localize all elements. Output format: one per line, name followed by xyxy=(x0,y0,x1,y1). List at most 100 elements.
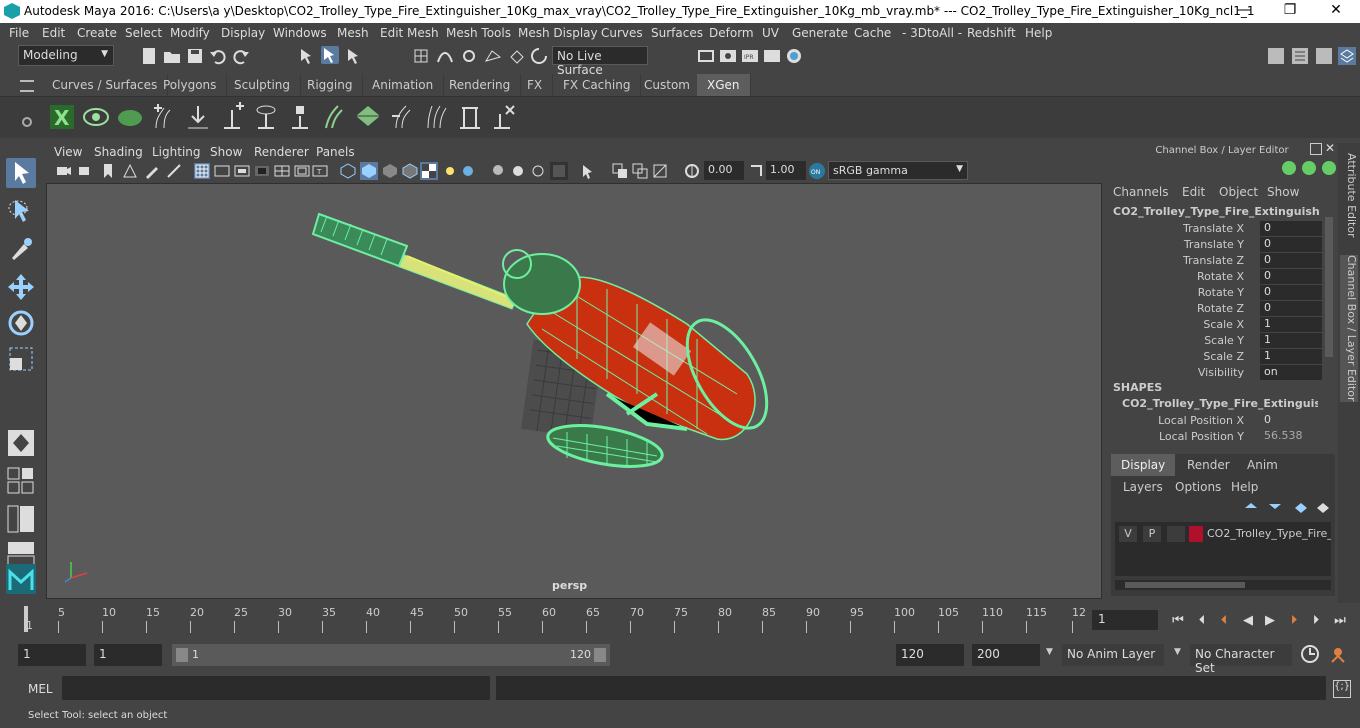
maya-home-icon[interactable] xyxy=(6,564,36,594)
workspace-icon[interactable] xyxy=(1267,47,1285,65)
viewport-menu-show[interactable]: Show xyxy=(210,145,242,159)
channel-translate-z[interactable]: Translate Z 0 xyxy=(1106,253,1326,269)
channel-scale-y[interactable]: Scale Y 1 xyxy=(1106,333,1326,349)
close-panel-icon[interactable]: ✕ xyxy=(1325,141,1335,155)
anim-layer-dropdown[interactable]: No Anim Layer xyxy=(1062,644,1164,666)
select-tool-icon[interactable] xyxy=(6,158,36,188)
shelf-tab-xgen[interactable]: XGen xyxy=(697,74,751,96)
menu-uv[interactable]: UV xyxy=(762,26,779,40)
shelf-tab-sculpting[interactable]: Sculpting xyxy=(224,74,302,96)
menu-set-dropdown[interactable]: Modeling ▼ xyxy=(18,45,114,66)
outliner-layout-icon[interactable] xyxy=(6,504,36,534)
select-object-icon[interactable] xyxy=(321,46,339,64)
wireframe-icon[interactable] xyxy=(340,163,356,179)
xgen-sculpt-guide-icon[interactable] xyxy=(184,102,212,132)
animation-start-field[interactable]: 1 xyxy=(18,644,86,666)
xray-components-icon[interactable] xyxy=(652,163,668,179)
channel-scale-z[interactable]: Scale Z 1 xyxy=(1106,349,1326,365)
live-surface-field[interactable]: No Live Surface xyxy=(552,46,648,77)
grid-toggle-icon[interactable] xyxy=(194,163,210,179)
animation-preferences-icon[interactable] xyxy=(1328,644,1348,664)
channel-value[interactable]: 1 xyxy=(1260,349,1322,364)
depth-of-field-icon[interactable] xyxy=(550,162,568,180)
shelf-tab-rendering[interactable]: Rendering xyxy=(439,74,522,96)
menu-mesh-display[interactable]: Mesh Display xyxy=(518,26,598,40)
shelf-menu-icon[interactable] xyxy=(20,80,34,92)
exposure-field[interactable]: 0.00 xyxy=(704,161,744,180)
snap-grid-icon[interactable] xyxy=(412,47,430,65)
playback-start-field[interactable]: 1 xyxy=(94,644,162,666)
xgen-editor-icon[interactable]: X xyxy=(48,102,76,132)
layer-tab-anim[interactable]: Anim xyxy=(1237,454,1288,476)
xgen-add-guide-icon[interactable] xyxy=(150,102,178,132)
xgen-delete-guides-icon[interactable] xyxy=(490,102,518,132)
xgen-guide-tangent-icon[interactable] xyxy=(252,102,280,132)
close-button[interactable]: ✕ xyxy=(1314,2,1358,18)
script-language-toggle[interactable]: MEL xyxy=(28,682,53,696)
xray-joints-icon[interactable] xyxy=(632,163,648,179)
two-d-pan-zoom-icon[interactable] xyxy=(166,163,182,179)
shelf-tab-curves-surfaces[interactable]: Curves / Surfaces xyxy=(42,74,169,96)
move-layer-up-icon[interactable] xyxy=(1243,500,1259,514)
xray-icon[interactable] xyxy=(612,163,628,179)
channel-visibility[interactable]: Visibility on xyxy=(1106,365,1326,381)
channel-rotate-x[interactable]: Rotate X 0 xyxy=(1106,269,1326,285)
textured-icon[interactable] xyxy=(420,162,438,180)
maximize-button[interactable]: ❐ xyxy=(1268,2,1312,18)
scale-tool-icon[interactable] xyxy=(6,344,36,374)
menu-mesh-tools[interactable]: Mesh Tools xyxy=(446,26,511,40)
exposure-icon[interactable] xyxy=(684,163,700,179)
color-space-dropdown[interactable]: sRGB gamma ▼ xyxy=(828,161,968,180)
channel-local-position-x[interactable]: Local Position X 0 xyxy=(1106,413,1326,429)
menu-cache[interactable]: Cache xyxy=(854,26,891,40)
time-slider[interactable]: 5 10 15 20 25 30 35 40 45 50 55 60 65 70… xyxy=(16,604,1086,634)
channel-value[interactable]: 1 xyxy=(1260,333,1322,348)
xgen-groom-icon[interactable] xyxy=(422,102,450,132)
shelf-tab-polygons[interactable]: Polygons xyxy=(153,74,228,96)
step-forward-frame-icon[interactable]: ⏵ xyxy=(1308,613,1324,629)
layer-color-swatch[interactable] xyxy=(1189,526,1203,542)
show-tool-settings-icon[interactable] xyxy=(1315,47,1333,65)
xgen-rebuild-icon[interactable] xyxy=(456,102,484,132)
image-plane-icon[interactable] xyxy=(122,163,138,179)
xgen-curves-to-guides-icon[interactable] xyxy=(388,102,416,132)
command-input[interactable] xyxy=(62,676,490,700)
render-frame-icon[interactable] xyxy=(719,47,737,65)
select-camera-icon[interactable] xyxy=(56,163,72,179)
play-forwards-icon[interactable]: ▶ xyxy=(1262,613,1278,629)
xgen-description-icon[interactable] xyxy=(116,102,144,132)
step-forward-key-icon[interactable]: ⏵ xyxy=(1286,613,1302,629)
hypershade-icon[interactable] xyxy=(785,47,803,65)
menu-help[interactable]: Help xyxy=(1025,26,1052,40)
channel-box-sync-icon[interactable] xyxy=(1282,161,1296,175)
auto-key-icon[interactable] xyxy=(1300,644,1320,664)
script-editor-icon[interactable]: {;} xyxy=(1333,680,1351,698)
viewport-menu-panels[interactable]: Panels xyxy=(316,145,355,159)
channel-value[interactable]: 0 xyxy=(1260,301,1322,316)
channel-scale-x[interactable]: Scale X 1 xyxy=(1106,317,1326,333)
menu-3dtoall[interactable]: - 3DtoAll - xyxy=(902,26,962,40)
channel-rotate-y[interactable]: Rotate Y 0 xyxy=(1106,285,1326,301)
snap-point-icon[interactable] xyxy=(460,47,478,65)
channel-box-menu-channels[interactable]: Channels xyxy=(1113,185,1169,199)
channel-value[interactable]: 0 xyxy=(1260,285,1322,300)
channel-box-scrollbar[interactable] xyxy=(1325,217,1333,357)
redo-icon[interactable] xyxy=(232,47,250,65)
save-scene-icon[interactable] xyxy=(186,47,204,65)
go-to-end-icon[interactable]: ⏭ xyxy=(1332,613,1348,629)
gamma-icon[interactable] xyxy=(748,163,764,179)
new-layer-selected-icon[interactable] xyxy=(1315,500,1331,514)
minimize-button[interactable]: — xyxy=(1222,2,1266,18)
camera-attributes-icon[interactable] xyxy=(78,163,94,179)
layer-menu-options[interactable]: Options xyxy=(1175,480,1221,494)
xgen-lock-length-icon[interactable] xyxy=(286,102,314,132)
layer-menu-layers[interactable]: Layers xyxy=(1123,480,1163,494)
character-set-dropdown[interactable]: No Character Set xyxy=(1190,644,1292,675)
select-component-icon[interactable] xyxy=(345,47,363,65)
motion-blur-icon[interactable] xyxy=(510,163,526,179)
menu-modify[interactable]: Modify xyxy=(170,26,210,40)
render-view-icon[interactable] xyxy=(697,47,715,65)
menu-select[interactable]: Select xyxy=(125,26,162,40)
resolution-gate-icon[interactable] xyxy=(234,163,250,179)
shelf-tab-animation[interactable]: Animation xyxy=(362,74,445,96)
